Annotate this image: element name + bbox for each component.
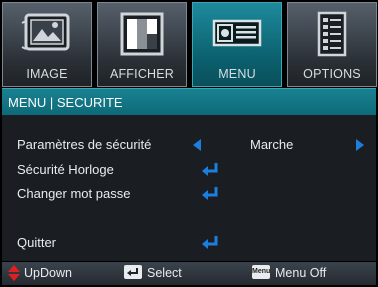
arrow-left-icon[interactable]	[193, 139, 201, 151]
tab-options[interactable]: OPTIONS	[287, 2, 377, 87]
tab-options-label: OPTIONS	[303, 67, 361, 81]
security-settings-label: Paramètres de sécurité	[17, 137, 152, 152]
menu-body: Paramètres de sécurité Marche Sécurité H…	[2, 115, 376, 261]
tab-afficher[interactable]: AFFICHER	[97, 2, 187, 87]
updown-label: UpDown	[24, 266, 72, 280]
exit-label: Quitter	[17, 235, 57, 250]
section-title-bar: MENU | SECURITE	[2, 88, 376, 116]
security-timer-label: Sécurité Horloge	[17, 162, 114, 177]
exit-row[interactable]: Quitter	[2, 232, 376, 254]
image-icon	[3, 11, 91, 61]
tab-image[interactable]: IMAGE	[2, 2, 92, 87]
tab-menu-label: MENU	[218, 67, 256, 81]
options-icon	[288, 11, 376, 61]
select-label: Select	[147, 266, 182, 280]
footer-bar: UpDown Select Menu Menu Off	[2, 262, 376, 285]
tab-image-label: IMAGE	[26, 67, 68, 81]
enter-icon[interactable]	[201, 185, 221, 208]
arrow-right-icon[interactable]	[356, 139, 364, 151]
enter-icon[interactable]	[201, 161, 221, 184]
tab-afficher-label: AFFICHER	[109, 67, 175, 81]
osd-menu: IMAGE AFFICHER MENU OPTIONS MENU | SECUR…	[0, 0, 378, 287]
display-icon	[98, 11, 186, 61]
change-password-label: Changer mot passe	[17, 186, 131, 201]
security-settings-row[interactable]: Paramètres de sécurité Marche	[2, 134, 376, 156]
menu-off-label: Menu Off	[275, 266, 327, 280]
tab-menu[interactable]: MENU	[192, 2, 282, 87]
tab-bar: IMAGE AFFICHER MENU OPTIONS	[2, 2, 377, 87]
updown-icon	[7, 265, 21, 286]
enter-key-icon	[124, 265, 142, 279]
enter-icon[interactable]	[201, 234, 221, 257]
menu-key-icon: Menu	[252, 265, 270, 279]
security-settings-value: Marche	[250, 137, 294, 152]
section-title: MENU | SECURITE	[8, 95, 123, 110]
projector-menu-icon	[193, 11, 281, 61]
change-password-row[interactable]: Changer mot passe	[2, 183, 376, 205]
security-timer-row[interactable]: Sécurité Horloge	[2, 159, 376, 181]
